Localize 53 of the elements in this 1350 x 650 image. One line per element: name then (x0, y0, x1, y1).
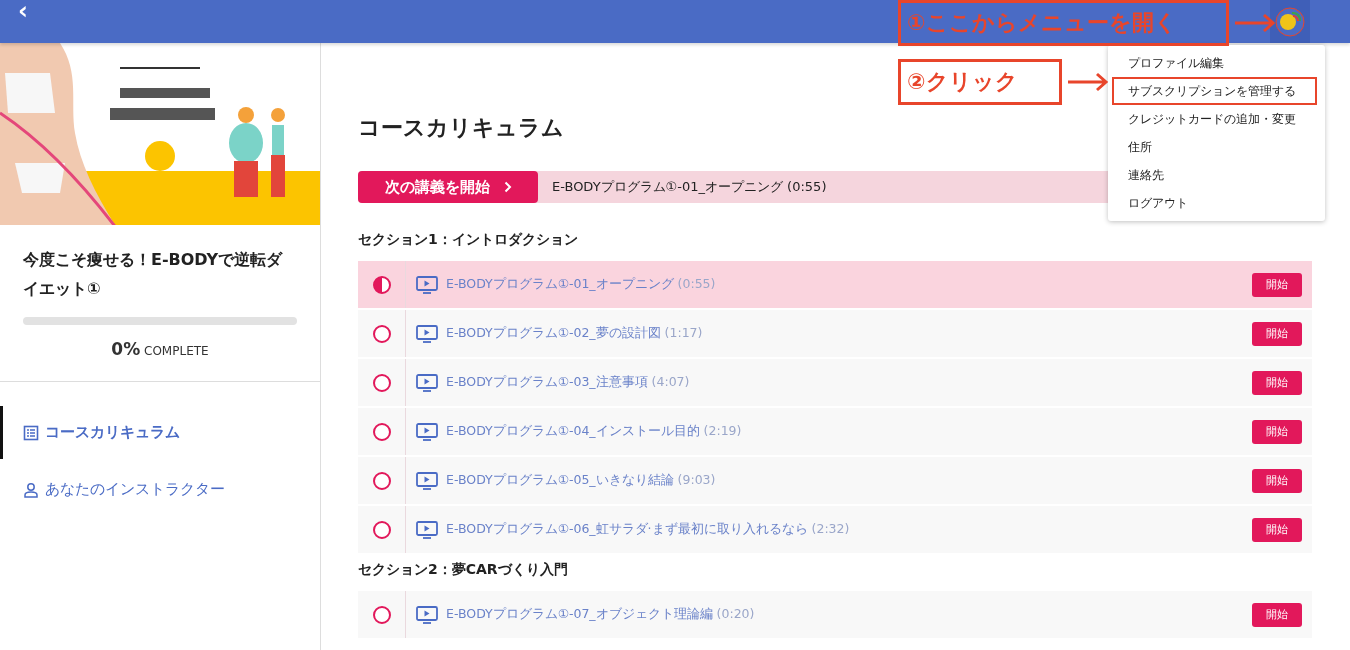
video-icon (416, 275, 438, 294)
start-button[interactable]: 開始 (1252, 370, 1302, 395)
start-button[interactable]: 開始 (1252, 321, 1302, 346)
progress-label: 0% COMPLETE (110, 339, 210, 359)
lecture-row[interactable]: E-BODYプログラム①-05_いきなり結論 (9:03) 開始 (358, 457, 1312, 504)
arrow-icon (1233, 12, 1277, 34)
lecture-row[interactable]: E-BODYプログラム①-02_夢の設計図 (1:17) 開始 (358, 310, 1312, 357)
nav-item[interactable]: あなたのインストラクター (0, 463, 320, 516)
lecture-title: E-BODYプログラム①-02_夢の設計図 (1:17) (446, 325, 704, 342)
start-button[interactable]: 開始 (1252, 272, 1302, 297)
lecture-row[interactable]: E-BODYプログラム①-04_インストール目的 (2:19) 開始 (358, 408, 1312, 455)
video-icon (416, 324, 438, 343)
lecture-title: E-BODYプログラム①-01_オープニング (0:55) (446, 276, 717, 293)
start-button[interactable]: 開始 (1252, 517, 1302, 542)
avatar-button[interactable] (1270, 0, 1310, 43)
lecture-row[interactable]: E-BODYプログラム①-06_虹サラダ·まず最初に取り入れるなら (2:32) 開始 (358, 506, 1312, 553)
menu-item[interactable]: プロファイル編集 (1112, 49, 1317, 77)
annotation-label: ①ここからメニューを開く (898, 0, 1229, 46)
video-icon (416, 520, 438, 539)
section-title: セクション1：イントロダクション (358, 231, 579, 249)
start-button[interactable]: 開始 (1252, 602, 1302, 627)
nav-item[interactable]: コースカリキュラム (0, 406, 320, 459)
person-icon (23, 481, 39, 498)
page-title: コースカリキュラム (358, 114, 564, 142)
menu-item[interactable]: サブスクリプションを管理する (1112, 77, 1317, 105)
lecture-title: E-BODYプログラム①-04_インストール目的 (2:19) (446, 423, 743, 440)
avatar-icon (1275, 6, 1305, 37)
next-lecture-button[interactable]: 次の講義を開始 (358, 171, 538, 203)
video-icon (416, 373, 438, 392)
menu-item[interactable]: クレジットカードの追加・変更 (1112, 105, 1317, 133)
lecture-title: E-BODYプログラム①-05_いきなり結論 (9:03) (446, 472, 717, 489)
start-button[interactable]: 開始 (1252, 419, 1302, 444)
video-icon (416, 471, 438, 490)
chevron-icon (503, 181, 512, 193)
lecture-title: E-BODYプログラム①-06_虹サラダ·まず最初に取り入れるなら (2:32) (446, 521, 851, 538)
annotation-label: ②クリック (898, 59, 1062, 105)
course-title: 今度こそ痩せる！E-BODYで逆転ダイエット① (23, 249, 284, 300)
list-icon (23, 424, 39, 441)
lecture-row[interactable]: E-BODYプログラム①-01_オープニング (0:55) 開始 (358, 261, 1312, 308)
menu-item[interactable]: 住所 (1112, 133, 1317, 161)
menu-item[interactable]: 連絡先 (1112, 161, 1317, 189)
section-title: セクション2：夢CARづくり入門 (358, 561, 569, 579)
video-icon (416, 605, 438, 624)
next-lecture-title: E-BODYプログラム①-01_オープニング (0:55) (552, 178, 827, 196)
lecture-row[interactable]: E-BODYプログラム①-03_注意事項 (4:07) 開始 (358, 359, 1312, 406)
lecture-title: E-BODYプログラム①-03_注意事項 (4:07) (446, 374, 691, 391)
arrow-icon (1066, 71, 1110, 93)
start-button[interactable]: 開始 (1252, 468, 1302, 493)
back-button[interactable]: ‹ (18, 0, 28, 22)
lecture-row[interactable]: E-BODYプログラム①-07_オブジェクト理論編 (0:20) 開始 (358, 591, 1312, 638)
lecture-title: E-BODYプログラム①-07_オブジェクト理論編 (0:20) (446, 606, 756, 623)
video-icon (416, 422, 438, 441)
menu-item[interactable]: ログアウト (1112, 189, 1317, 217)
